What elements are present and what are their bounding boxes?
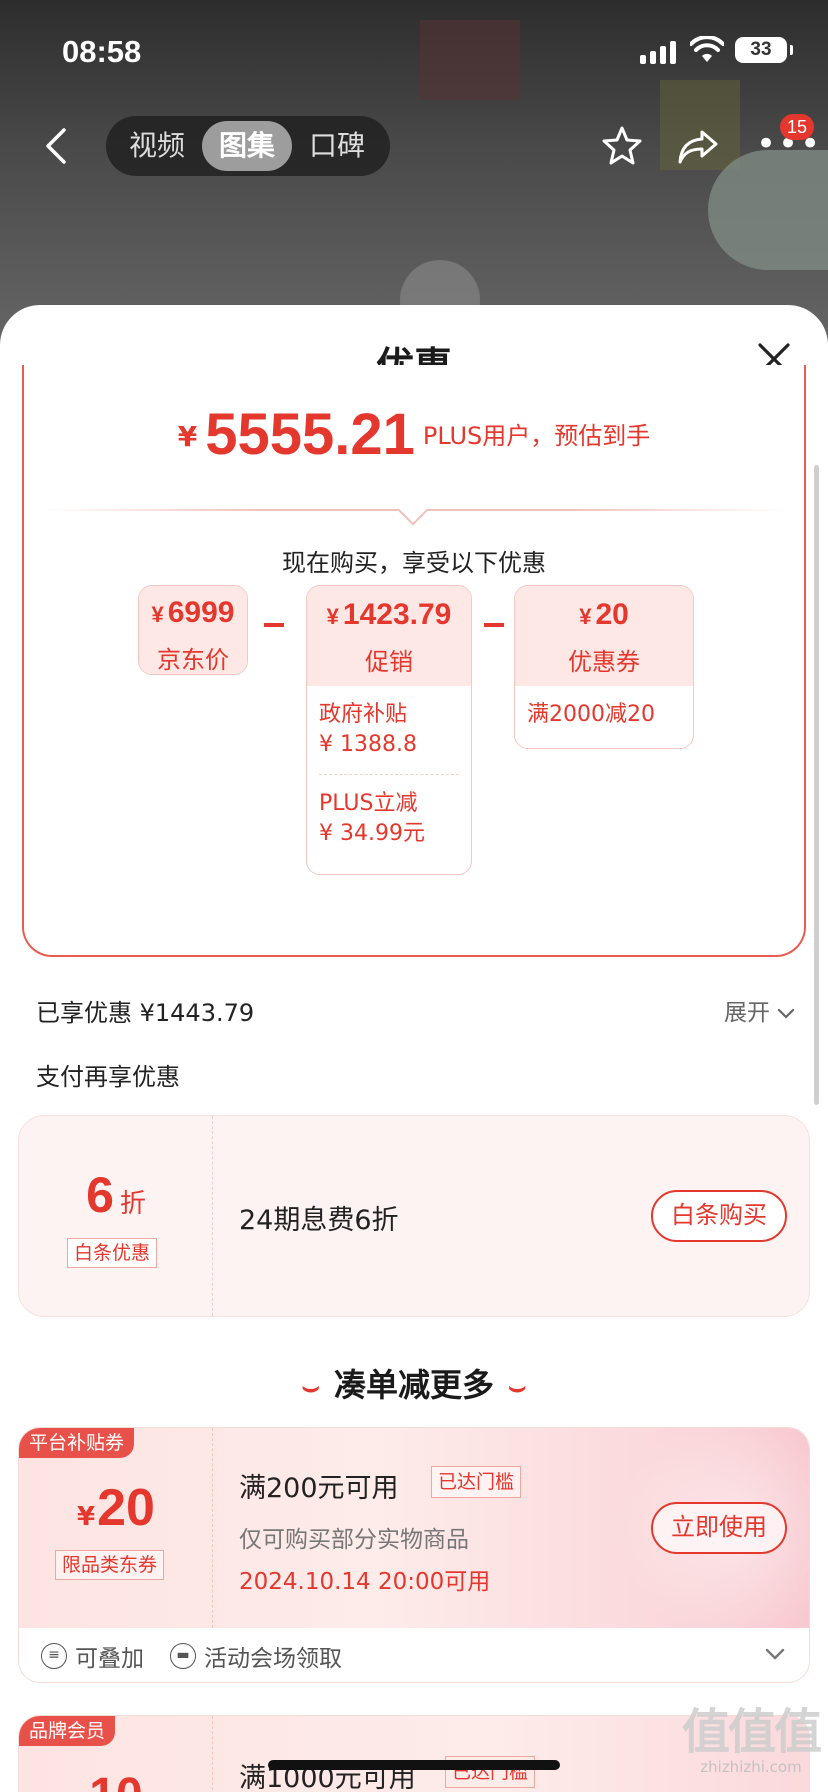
coupon-card: ¥20 优惠券 满2000减20 <box>514 585 694 749</box>
chevron-down-icon <box>778 1008 795 1019</box>
threshold-reached-badge: 已达门槛 <box>431 1466 522 1498</box>
jd-price-card: ¥6999 京东价 <box>138 585 248 675</box>
promotion-label: 促销 <box>365 648 413 676</box>
coupon-footer: ≡ 可叠加 ▬ 活动会场领取 <box>19 1628 809 1682</box>
price-breakdown-box: ¥5555.21 PLUS用户，预估到手 现在购买，享受以下优惠 ¥6999 京东… <box>22 365 806 957</box>
promotion-card: ¥1423.79 促销 政府补贴 ¥ 1388.8 PLUS立减 ¥ 34.99… <box>306 585 472 875</box>
estimated-price-value: 5555.21 <box>205 402 415 467</box>
site-watermark: 值值值 zhizhizhi.com <box>681 1704 822 1776</box>
minus-sign <box>484 623 504 627</box>
estimated-price-label: PLUS用户，预估到手 <box>422 422 651 450</box>
coupon-amount: 20 <box>595 598 629 631</box>
section-title: ⌣ 凑单减更多 ⌣ <box>301 1366 527 1404</box>
tab-gallery[interactable]: 图集 <box>202 121 292 171</box>
tab-video[interactable]: 视频 <box>112 121 202 171</box>
top-nav: 视频 图集 口碑 ••• 15 <box>0 108 828 184</box>
home-indicator[interactable] <box>268 1760 560 1770</box>
coupon-condition: 满200元可用 <box>239 1473 399 1504</box>
cellular-signal-icon <box>640 40 676 64</box>
chevron-down-icon[interactable] <box>763 1642 787 1666</box>
breakdown-subtitle: 现在购买，享受以下优惠 <box>282 549 546 577</box>
baitiao-buy-button[interactable]: 白条购买 <box>651 1190 787 1242</box>
status-bar: 08:58 33 <box>0 0 828 100</box>
share-icon[interactable] <box>676 126 720 166</box>
jd-price-amount: 6999 <box>167 596 235 629</box>
coupon-valid-time: 2024.10.14 20:00可用 <box>239 1569 491 1595</box>
coupon-detail: 满2000减20 <box>527 702 655 727</box>
coupon-scope: 仅可购买部分实物商品 <box>239 1527 469 1553</box>
promotion-detail-subsidy: 政府补贴 ¥ 1388.8 <box>319 702 417 757</box>
media-tab-switcher: 视频 图集 口碑 <box>106 116 390 176</box>
minus-sign <box>264 623 284 627</box>
jd-price-label: 京东价 <box>157 646 229 674</box>
scrollbar[interactable] <box>814 465 819 1105</box>
promotion-detail-plus: PLUS立减 ¥ 34.99元 <box>319 774 459 849</box>
divider-notch <box>397 494 429 526</box>
baitiao-discount: 6 <box>86 1167 114 1223</box>
stack-icon: ≡ <box>41 1643 67 1669</box>
coupon-value: 10 <box>19 1768 213 1792</box>
baitiao-left: 6折 白条优惠 <box>19 1116 213 1316</box>
coupon-label: 优惠券 <box>568 648 640 676</box>
baitiao-offer-card: 6折 白条优惠 24期息费6折 白条购买 <box>18 1115 810 1317</box>
battery-indicator: 33 <box>735 37 793 63</box>
promotion-amount: 1423.79 <box>342 598 452 631</box>
status-time: 08:58 <box>62 34 142 69</box>
discount-sheet: 优惠 ¥5555.21PLUS用户，预估到手 现在购买，享受以下优惠 ¥6999… <box>0 305 828 1792</box>
expand-button[interactable]: 展开 <box>724 993 795 1027</box>
baitiao-tag: 白条优惠 <box>67 1238 158 1268</box>
wifi-icon <box>690 36 724 62</box>
notification-badge: 15 <box>780 114 814 140</box>
favorite-star-icon[interactable] <box>600 124 644 168</box>
platform-coupon: 平台补贴券 ¥20 限品类东券 满200元可用 已达门槛 仅可购买部分实物商品 … <box>18 1427 810 1683</box>
currency-symbol: ¥ <box>177 420 198 453</box>
enjoyed-discount-text: 已享优惠 ¥1443.79 <box>36 999 255 1027</box>
tab-reviews[interactable]: 口碑 <box>292 121 382 171</box>
estimated-price: ¥5555.21 PLUS用户，预估到手 <box>24 401 804 468</box>
back-arrow-icon[interactable] <box>40 126 74 166</box>
use-now-button[interactable]: 立即使用 <box>651 1502 787 1554</box>
coupon-category-tag: 限品类东券 <box>55 1550 165 1580</box>
payment-discount-heading: 支付再享优惠 <box>36 1063 180 1091</box>
ticket-icon: ▬ <box>170 1643 196 1669</box>
baitiao-description: 24期息费6折 <box>239 1205 399 1236</box>
coupon-value: 20 <box>97 1479 155 1537</box>
